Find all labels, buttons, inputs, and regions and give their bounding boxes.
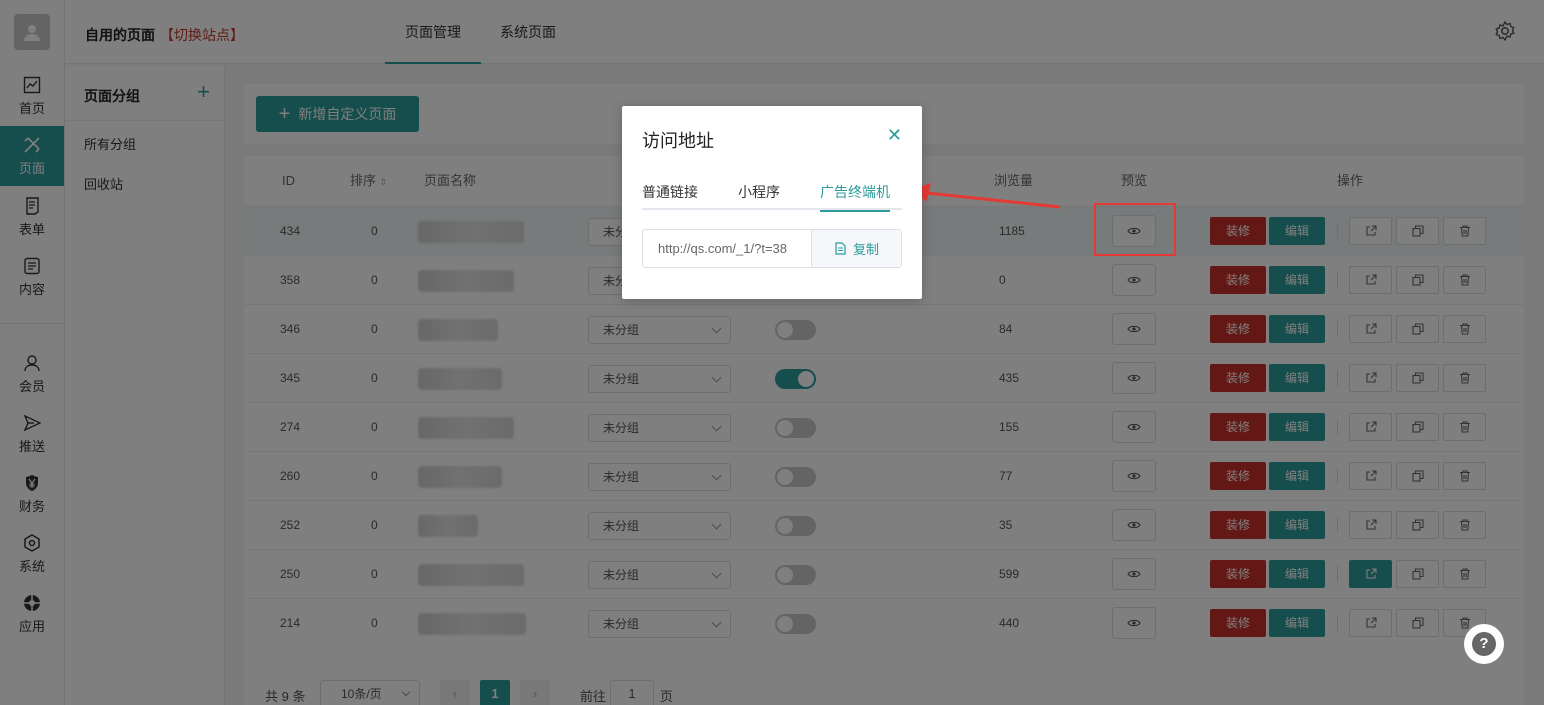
help-button[interactable]: ? [1464, 624, 1504, 664]
question-icon: ? [1472, 632, 1496, 656]
url-field[interactable]: http://qs.com/_1/?t=38 复制 [642, 229, 902, 268]
document-icon [835, 242, 846, 255]
tab-normal-link[interactable]: 普通链接 [642, 182, 698, 210]
dialog-tabs: 普通链接 小程序 广告终端机 [642, 178, 902, 212]
tab-ad-terminal[interactable]: 广告终端机 [820, 182, 890, 212]
url-value[interactable]: http://qs.com/_1/?t=38 [658, 241, 816, 256]
copy-button[interactable]: 复制 [811, 230, 901, 267]
access-url-dialog: 访问地址 ✕ 普通链接 小程序 广告终端机 http://qs.com/_1/?… [622, 106, 922, 299]
dialog-title: 访问地址 [642, 131, 714, 151]
annotation-highlight-box [1094, 203, 1176, 256]
copy-label: 复制 [852, 242, 879, 257]
annotation-arrow-icon [907, 183, 1061, 209]
tab-mini-program[interactable]: 小程序 [738, 182, 780, 210]
close-icon[interactable]: ✕ [887, 125, 902, 146]
